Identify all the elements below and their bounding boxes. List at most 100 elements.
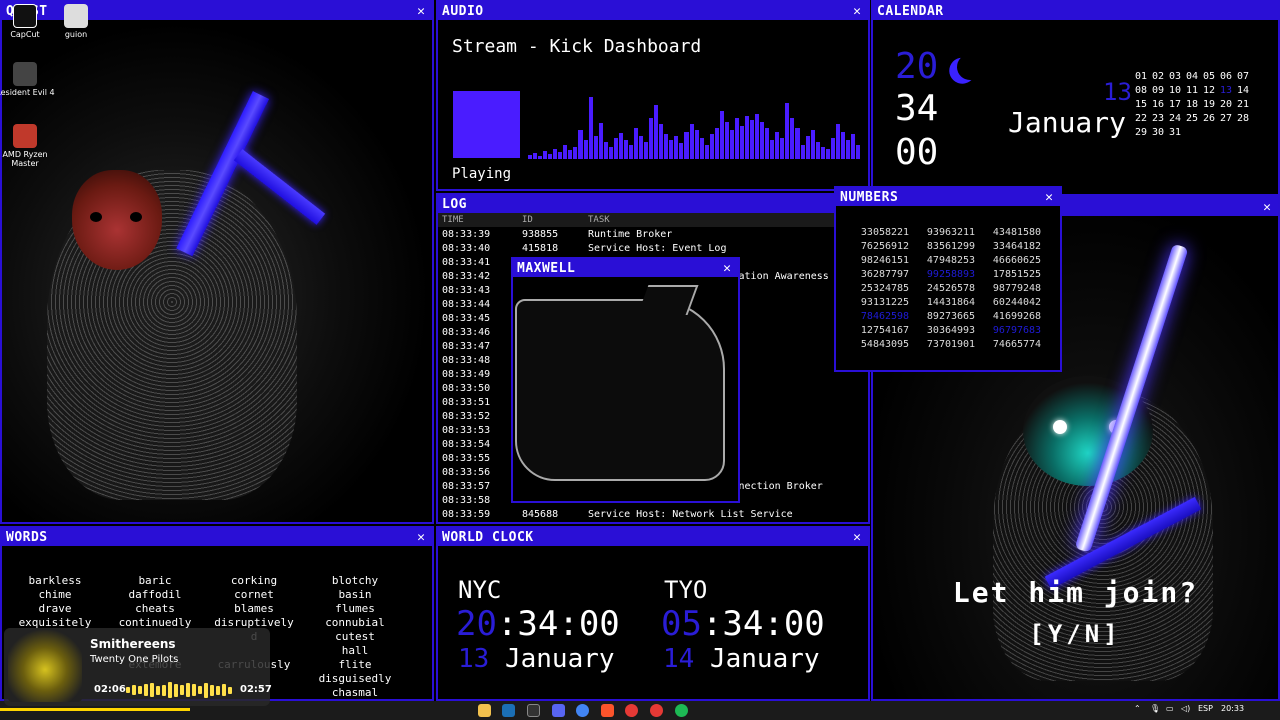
calendar-date[interactable]: 09	[1152, 84, 1169, 98]
calendar-date[interactable]: 08	[1135, 84, 1152, 98]
calendar-date[interactable]: 30	[1152, 126, 1169, 140]
track-artist: Twenty One Pilots	[90, 654, 179, 665]
discord-icon[interactable]	[552, 704, 565, 717]
stream-title: Stream - Kick Dashboard	[452, 36, 702, 57]
close-icon[interactable]: ✕	[414, 4, 428, 19]
log-title: LOG	[442, 196, 467, 212]
close-icon[interactable]: ✕	[414, 530, 428, 545]
quest-window: QUEST ✕	[0, 0, 434, 524]
log-time: 08:33:43	[442, 285, 491, 296]
calendar-date[interactable]: 25	[1186, 112, 1203, 126]
calendar-date[interactable]: 15	[1135, 98, 1152, 112]
brave-icon[interactable]	[601, 704, 614, 717]
volume-icon[interactable]: ◁)	[1181, 704, 1190, 713]
calendar-date[interactable]: 01	[1135, 70, 1152, 84]
calendar-date[interactable]: 06	[1220, 70, 1237, 84]
opera-icon[interactable]	[650, 704, 663, 717]
maxwell-cat-image	[515, 299, 725, 481]
log-time: 08:33:55	[442, 453, 491, 464]
calendar-month: January	[1008, 106, 1127, 139]
calendar-date[interactable]: 28	[1237, 112, 1254, 126]
desktop-icon-resident-evil[interactable]: Resident Evil 4	[0, 62, 55, 97]
log-titlebar[interactable]: LOG	[438, 195, 868, 213]
calendar-date[interactable]: 22	[1135, 112, 1152, 126]
calendar-date[interactable]: 24	[1169, 112, 1186, 126]
calendar-date[interactable]: 02	[1152, 70, 1169, 84]
audio-bar	[593, 136, 598, 159]
audio-bar	[618, 133, 623, 159]
language-indicator[interactable]: ESP	[1198, 704, 1213, 713]
calendar-date[interactable]: 14	[1237, 84, 1254, 98]
close-icon[interactable]: ✕	[850, 4, 864, 19]
calendar-date[interactable]: 16	[1152, 98, 1169, 112]
spotify-icon[interactable]	[675, 704, 688, 717]
close-icon[interactable]	[1260, 4, 1274, 18]
folder-icon[interactable]	[478, 704, 491, 717]
log-row: 08:33:59 845688 Service Host: Network List…	[438, 509, 868, 522]
numbers-window: NUMBERS ✕ 33058221 93963211 43481580 762569…	[834, 186, 1062, 372]
numbers-titlebar[interactable]: NUMBERS ✕	[836, 188, 1060, 206]
maxwell-titlebar[interactable]: MAXWELL ✕	[513, 259, 738, 277]
media-player-icon[interactable]	[625, 704, 638, 717]
log-header: TIME ID TASK	[438, 213, 868, 227]
waveform-bar	[138, 686, 142, 694]
calendar-date[interactable]: 07	[1237, 70, 1254, 84]
close-icon[interactable]: ✕	[720, 261, 734, 276]
audio-bar	[785, 103, 790, 159]
audio-bar	[558, 152, 563, 159]
word-item: cheats	[135, 602, 175, 615]
steam-icon[interactable]	[502, 704, 515, 717]
world-clock-title: WORLD CLOCK	[442, 529, 534, 545]
audio-bar	[775, 132, 780, 159]
desktop-icon-amd-ryzen[interactable]: AMD Ryzen Master	[0, 124, 55, 168]
calendar-date[interactable]: 17	[1169, 98, 1186, 112]
calendar-date[interactable]: 13	[1220, 84, 1237, 98]
log-header-task: TASK	[588, 215, 610, 225]
calendar-date[interactable]: 20	[1220, 98, 1237, 112]
track-waveform[interactable]	[126, 682, 232, 698]
calendar-date[interactable]: 04	[1186, 70, 1203, 84]
media-widget[interactable]: Smithereens Twenty One Pilots 02:06 02:5…	[4, 628, 272, 706]
track-progress-bar[interactable]	[0, 708, 191, 711]
calendar-date[interactable]: 05	[1203, 70, 1220, 84]
taskbar-clock[interactable]: 20:33	[1221, 704, 1244, 713]
calendar-date[interactable]: 11	[1186, 84, 1203, 98]
log-time: 08:33:50	[442, 383, 491, 394]
waveform-bar	[144, 684, 148, 696]
calendar-date[interactable]: 23	[1152, 112, 1169, 126]
join-options[interactable]: [Y/N]	[873, 620, 1278, 648]
calendar-date[interactable]: 19	[1203, 98, 1220, 112]
log-time: 08:33:49	[442, 369, 491, 380]
audio-level-block	[453, 91, 520, 158]
calendar-date[interactable]: 21	[1237, 98, 1254, 112]
desktop-icon-guion[interactable]: guion	[46, 4, 106, 39]
calendar-date[interactable]: 31	[1169, 126, 1186, 140]
world-clock-titlebar[interactable]: WORLD CLOCK ✕	[438, 528, 868, 546]
calendar-titlebar[interactable]: CALENDAR	[873, 2, 1278, 20]
tray-chevron-icon[interactable]: ⌃	[1134, 704, 1141, 713]
calendar-date[interactable]: 26	[1203, 112, 1220, 126]
network-icon[interactable]: ▭	[1166, 704, 1174, 713]
number-cell: 60244042	[992, 297, 1042, 308]
close-icon[interactable]: ✕	[1042, 190, 1056, 205]
waveform-bar	[162, 684, 166, 696]
microphone-icon[interactable]: 🎙	[1150, 704, 1160, 713]
calendar-date[interactable]: 12	[1203, 84, 1220, 98]
audio-bar	[538, 156, 543, 159]
waveform-bar	[216, 685, 220, 695]
audio-bar	[573, 147, 578, 159]
calendar-date[interactable]: 18	[1186, 98, 1203, 112]
calendar-date[interactable]: 03	[1169, 70, 1186, 84]
calendar-date[interactable]: 27	[1220, 112, 1237, 126]
calendar-date[interactable]: 10	[1169, 84, 1186, 98]
close-icon[interactable]: ✕	[1260, 200, 1274, 215]
number-cell: 14431864	[926, 297, 976, 308]
app-icon[interactable]	[527, 704, 540, 717]
chrome-icon[interactable]	[576, 704, 589, 717]
calendar-date[interactable]: 29	[1135, 126, 1152, 140]
audio-titlebar[interactable]: AUDIO ✕	[438, 2, 868, 20]
number-cell: 54843095	[860, 339, 910, 350]
words-titlebar[interactable]: WORDS ✕	[2, 528, 432, 546]
word-item: blames	[234, 602, 274, 615]
close-icon[interactable]: ✕	[850, 530, 864, 545]
